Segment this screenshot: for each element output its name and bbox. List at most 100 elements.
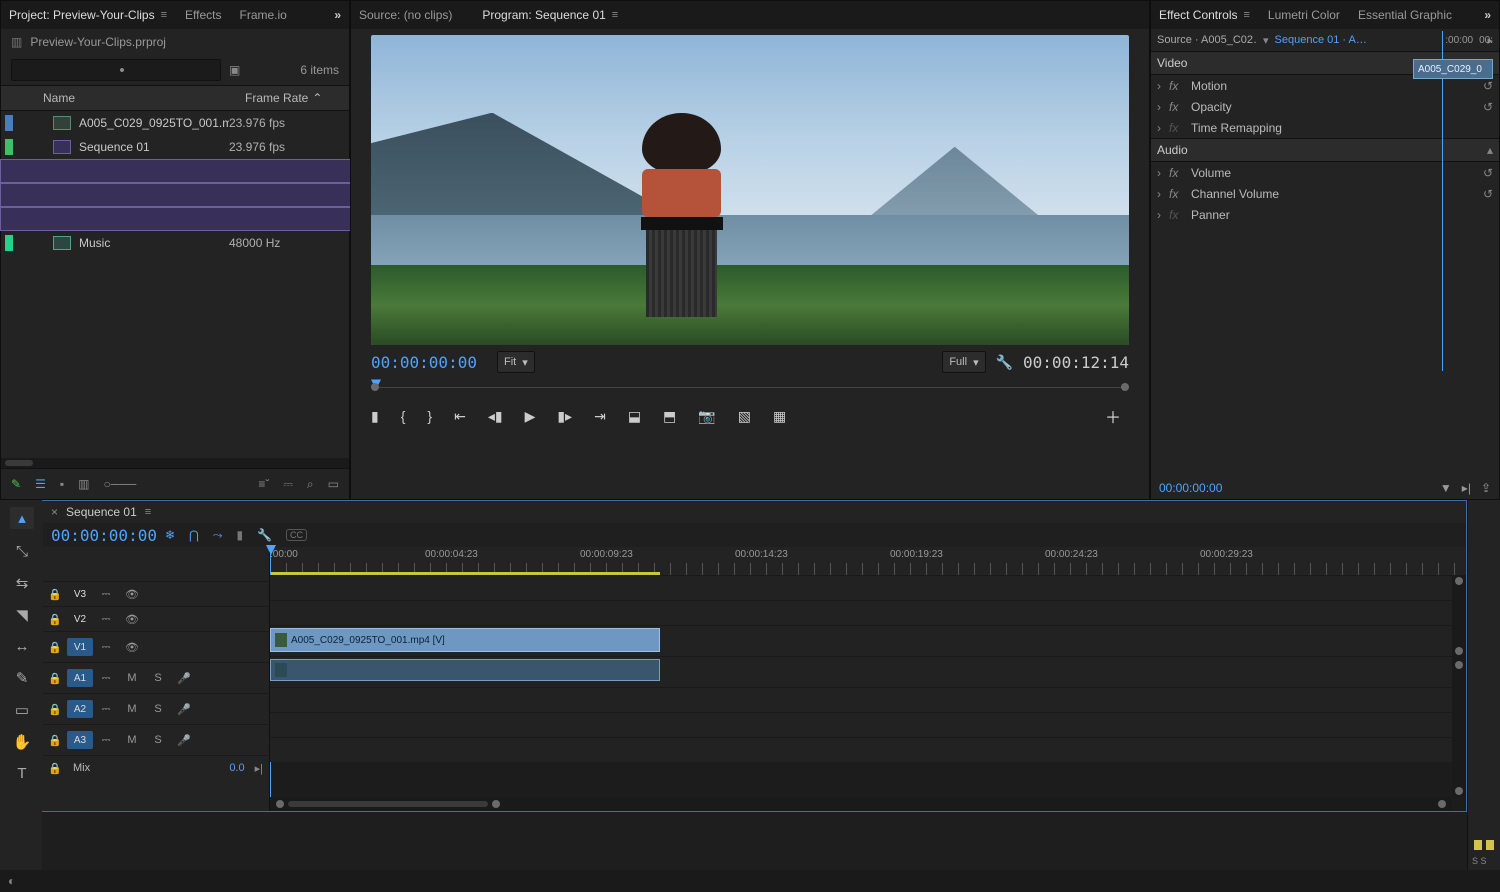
rectangle-tool[interactable]: ▭ bbox=[15, 701, 29, 719]
lock-toggle[interactable]: 🔒 bbox=[43, 762, 67, 775]
new-bin-icon[interactable]: ▣ bbox=[229, 63, 240, 77]
voiceover-toggle[interactable]: 🎤 bbox=[171, 734, 197, 747]
export-frame-button[interactable]: 📷 bbox=[698, 408, 715, 425]
fx-toggle-icon[interactable]: fx bbox=[1169, 187, 1191, 201]
sort-icon[interactable]: ≡ˇ bbox=[258, 477, 269, 491]
zoom-fit-dropdown[interactable]: Fit▾ bbox=[497, 351, 535, 373]
mark-in-button[interactable]: { bbox=[401, 408, 406, 424]
icon-view-icon[interactable]: ▪ bbox=[60, 477, 64, 491]
automate-icon[interactable]: ⎓ bbox=[283, 477, 293, 492]
tab-effects[interactable]: Effects bbox=[185, 8, 221, 22]
marker-toggle[interactable]: ▮ bbox=[236, 528, 243, 542]
ec-clip-chip[interactable]: A005_C029_0 bbox=[1413, 59, 1493, 79]
track-header[interactable]: 🔒 A1 ⎓MS🎤 bbox=[43, 662, 269, 693]
lock-toggle[interactable]: 🔒 bbox=[43, 613, 67, 626]
tab-essential-graphics[interactable]: Essential Graphic bbox=[1358, 8, 1452, 22]
playback-quality-dropdown[interactable]: Full▾ bbox=[942, 351, 985, 373]
fx-toggle-icon[interactable]: fx bbox=[1169, 166, 1191, 180]
comparison-view-button[interactable]: ▧ bbox=[738, 408, 751, 425]
project-item[interactable]: Music 48000 Hz bbox=[1, 231, 349, 255]
lock-toggle[interactable]: 🔒 bbox=[43, 734, 67, 747]
play-button[interactable]: ▶ bbox=[525, 408, 536, 425]
collapse-icon[interactable]: ▴ bbox=[1487, 143, 1493, 157]
project-item[interactable]: Sequence 01 23.976 fps bbox=[1, 135, 349, 159]
list-view-icon[interactable]: ☰ bbox=[35, 477, 46, 491]
expand-icon[interactable]: › bbox=[1157, 166, 1169, 180]
effect-row[interactable]: › fx Panner bbox=[1151, 204, 1499, 225]
ec-timecode[interactable]: 00:00:00:00 bbox=[1159, 481, 1222, 495]
solo-toggle[interactable]: S bbox=[145, 734, 171, 746]
zoom-slider[interactable]: ○─── bbox=[103, 477, 136, 491]
expand-icon[interactable]: › bbox=[1157, 79, 1169, 93]
fx-toggle-icon[interactable]: fx bbox=[1169, 121, 1191, 135]
filter-icon[interactable]: ▼ bbox=[1440, 481, 1452, 495]
reset-icon[interactable]: ↺ bbox=[1483, 166, 1493, 180]
expand-icon[interactable]: › bbox=[1157, 121, 1169, 135]
sync-lock-toggle[interactable]: ⎓ bbox=[93, 588, 119, 601]
fx-toggle-icon[interactable]: fx bbox=[1169, 208, 1191, 222]
tab-frameio[interactable]: Frame.io bbox=[240, 8, 287, 22]
step-fwd-button[interactable]: ▮▸ bbox=[557, 408, 572, 425]
mute-toggle[interactable]: M bbox=[119, 672, 145, 684]
track-row-mix[interactable] bbox=[270, 737, 1452, 762]
new-item-icon[interactable]: ▭ bbox=[328, 477, 339, 491]
solo-toggle[interactable]: S bbox=[145, 672, 171, 684]
track-target[interactable]: A3 bbox=[67, 731, 93, 749]
button-editor-add[interactable]: ＋ bbox=[1105, 404, 1121, 428]
overflow-icon[interactable]: » bbox=[1484, 8, 1491, 22]
mute-toggle[interactable]: M bbox=[119, 703, 145, 715]
extract-button[interactable]: ⬒ bbox=[663, 408, 676, 425]
track-row-a3[interactable] bbox=[270, 712, 1452, 737]
tab-source[interactable]: Source: (no clips) bbox=[359, 8, 452, 22]
project-item[interactable]: Clip 3 59.94 fps bbox=[1, 207, 349, 231]
mix-track-header[interactable]: 🔒Mix0.0▸| bbox=[43, 755, 269, 780]
track-target[interactable]: A1 bbox=[67, 669, 93, 687]
expand-icon[interactable]: › bbox=[1157, 187, 1169, 201]
timeline-vscroll[interactable] bbox=[1452, 575, 1466, 797]
type-tool[interactable]: T bbox=[17, 765, 26, 782]
ec-section-header[interactable]: Audio▴ bbox=[1151, 138, 1499, 162]
track-row-a1[interactable] bbox=[270, 656, 1452, 687]
program-monitor-video[interactable] bbox=[371, 35, 1129, 345]
track-header[interactable]: 🔒 V1 ⎓👁 bbox=[43, 631, 269, 662]
tab-project[interactable]: Project: Preview-Your-Clips ≡ bbox=[9, 8, 167, 22]
lock-toggle[interactable]: 🔒 bbox=[43, 641, 67, 654]
project-item[interactable]: Clip 1 59.94 fps bbox=[1, 159, 349, 183]
track-target[interactable]: V3 bbox=[67, 585, 93, 603]
eye-toggle[interactable]: 👁 bbox=[119, 613, 145, 626]
freeform-view-icon[interactable]: ▥ bbox=[78, 477, 89, 491]
insert-overwrite-toggle[interactable]: ⤳ bbox=[213, 528, 223, 543]
ripple-edit-tool[interactable]: ⇆ bbox=[16, 574, 29, 592]
timeline-hscroll[interactable] bbox=[270, 797, 1452, 811]
col-framerate[interactable]: Frame Rate ⌃ bbox=[243, 91, 349, 105]
fx-toggle-icon[interactable]: fx bbox=[1169, 100, 1191, 114]
mark-out-button[interactable]: } bbox=[427, 408, 432, 424]
label-swatch[interactable] bbox=[5, 139, 13, 155]
effect-row[interactable]: › fx Time Remapping bbox=[1151, 117, 1499, 138]
mute-toggle[interactable]: M bbox=[119, 734, 145, 746]
go-to-out-button[interactable]: ⇥ bbox=[594, 408, 606, 425]
reset-icon[interactable]: ↺ bbox=[1483, 100, 1493, 114]
slip-tool[interactable]: ↔ bbox=[15, 638, 30, 655]
track-row-v2[interactable] bbox=[270, 600, 1452, 625]
overflow-icon[interactable]: » bbox=[334, 8, 341, 22]
bin-icon[interactable]: ▥ bbox=[11, 35, 22, 49]
track-header[interactable]: 🔒 A3 ⎓MS🎤 bbox=[43, 724, 269, 755]
sync-lock-toggle[interactable]: ⎓ bbox=[93, 703, 119, 716]
search-input[interactable] bbox=[11, 59, 221, 81]
effect-row[interactable]: › fx Opacity ↺ bbox=[1151, 96, 1499, 117]
label-swatch[interactable] bbox=[5, 235, 13, 251]
project-item[interactable]: A005_C029_0925TO_001.m 23.976 fps bbox=[1, 111, 349, 135]
expand-icon[interactable]: › bbox=[1157, 208, 1169, 222]
add-marker-button[interactable]: ▮ bbox=[371, 408, 379, 425]
track-target[interactable]: A2 bbox=[67, 700, 93, 718]
project-hscroll[interactable] bbox=[1, 458, 349, 468]
timeline-tab[interactable]: Sequence 01 bbox=[66, 505, 137, 519]
snap-toggle[interactable]: ❄ bbox=[165, 528, 175, 542]
time-ruler[interactable]: :00:0000:00:04:2300:00:09:2300:00:14:230… bbox=[270, 547, 1466, 576]
panel-menu-icon[interactable]: ≡ bbox=[161, 9, 167, 21]
lock-toggle[interactable]: 🔒 bbox=[43, 588, 67, 601]
safe-margins-button[interactable]: ▦ bbox=[773, 408, 786, 425]
keyframe-nav-icon[interactable]: ▸| bbox=[1462, 481, 1471, 495]
col-name[interactable]: Name bbox=[1, 91, 243, 105]
